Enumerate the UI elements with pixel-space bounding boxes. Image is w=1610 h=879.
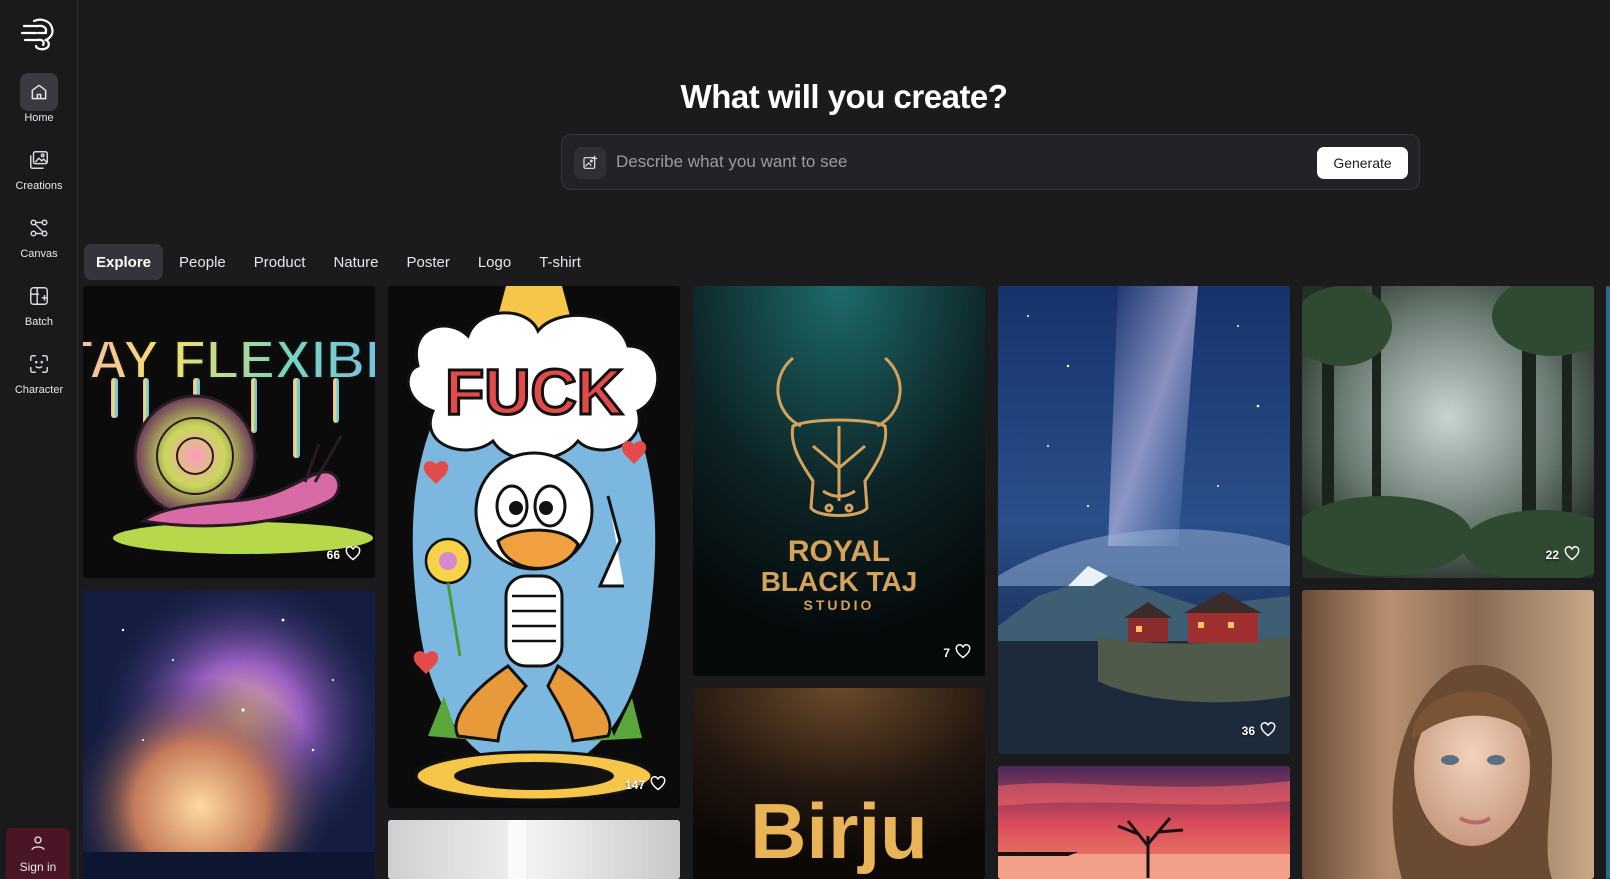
tab-explore[interactable]: Explore <box>84 244 164 280</box>
prompt-bar: Generate <box>561 134 1420 190</box>
birju-logo-artwork: Birju <box>693 688 985 879</box>
image-upload-icon[interactable] <box>574 147 606 179</box>
likes-count: 36 <box>1242 722 1276 740</box>
sidebar-item-label: Creations <box>15 180 63 192</box>
likes-count: 66 <box>327 546 361 564</box>
heart-icon[interactable] <box>955 644 971 662</box>
tab-people[interactable]: People <box>167 244 238 280</box>
likes-count: 22 <box>1546 546 1580 564</box>
svg-text:FUCK: FUCK <box>445 356 623 428</box>
sidebar: Home Creations Canvas Batch Character Si… <box>0 0 78 879</box>
image-stack-icon <box>20 141 58 179</box>
gallery-card-product[interactable] <box>388 820 680 879</box>
gallery-card-snail[interactable]: STAY FLEXIBLE 66 <box>83 286 375 578</box>
face-scan-icon <box>20 345 58 383</box>
svg-text:Birju: Birju <box>750 787 928 875</box>
likes-count: 147 <box>625 776 666 794</box>
sidebar-item-home[interactable]: Home <box>0 73 78 133</box>
gallery-card-birju-logo[interactable]: Birju <box>693 688 985 879</box>
gallery-card-portrait[interactable] <box>1302 590 1594 879</box>
tab-poster[interactable]: Poster <box>394 244 461 280</box>
heart-icon[interactable] <box>1564 546 1580 564</box>
sidebar-item-label: Home <box>24 112 54 124</box>
tab-product[interactable]: Product <box>242 244 318 280</box>
sidebar-item-label: Canvas <box>20 248 58 260</box>
app-logo-icon[interactable] <box>20 16 58 52</box>
svg-text:STUDIO: STUDIO <box>804 597 875 613</box>
canvas-nodes-icon <box>20 209 58 247</box>
gallery-card-sunset-tree[interactable] <box>998 766 1290 879</box>
sidebar-item-character[interactable]: Character <box>0 345 78 405</box>
gallery-card-forest[interactable]: 22 <box>1302 286 1594 578</box>
heart-icon[interactable] <box>345 546 361 564</box>
home-icon <box>20 73 58 111</box>
sidebar-item-batch[interactable]: Batch <box>0 277 78 337</box>
svg-text:STAY FLEXIBLE: STAY FLEXIBLE <box>83 330 375 390</box>
sidebar-item-creations[interactable]: Creations <box>0 141 78 201</box>
sidebar-item-canvas[interactable]: Canvas <box>0 209 78 269</box>
sidebar-item-label: Batch <box>24 316 54 328</box>
bull-logo-artwork: ROYAL BLACK TAJ STUDIO <box>693 286 985 676</box>
tab-logo[interactable]: Logo <box>466 244 523 280</box>
heart-icon[interactable] <box>650 776 666 794</box>
tab-nature[interactable]: Nature <box>321 244 390 280</box>
gallery-card-duck[interactable]: FUCK 147 <box>388 286 680 808</box>
batch-grid-icon <box>20 277 58 315</box>
user-icon <box>29 834 47 857</box>
sign-in-button[interactable]: Sign in <box>6 828 70 879</box>
milkyway-artwork <box>998 286 1290 754</box>
gallery-card-nebula[interactable] <box>83 590 375 879</box>
category-tabs: Explore People Product Nature Poster Log… <box>84 244 597 280</box>
gallery-card-partial[interactable] <box>1606 286 1610 879</box>
portrait-artwork <box>1302 590 1594 879</box>
sidebar-item-label: Character <box>14 384 64 396</box>
gallery-card-milkyway[interactable]: 36 <box>998 286 1290 754</box>
tab-tshirt[interactable]: T-shirt <box>527 244 593 280</box>
page-title: What will you create? <box>680 78 1008 115</box>
gallery-card-bull-logo[interactable]: ROYAL BLACK TAJ STUDIO 7 <box>693 286 985 676</box>
generate-button[interactable]: Generate <box>1317 147 1408 179</box>
nebula-artwork <box>83 590 375 879</box>
snail-artwork: STAY FLEXIBLE <box>83 286 375 578</box>
sign-in-label: Sign in <box>19 860 57 874</box>
duck-artwork: FUCK <box>388 286 680 808</box>
sunset-tree-artwork <box>998 766 1290 879</box>
svg-text:BLACK TAJ: BLACK TAJ <box>761 566 918 597</box>
forest-artwork <box>1302 286 1594 578</box>
heart-icon[interactable] <box>1260 722 1276 740</box>
prompt-input[interactable] <box>616 145 1236 179</box>
svg-text:ROYAL: ROYAL <box>788 535 890 568</box>
likes-count: 7 <box>943 644 971 662</box>
product-artwork <box>388 820 680 879</box>
